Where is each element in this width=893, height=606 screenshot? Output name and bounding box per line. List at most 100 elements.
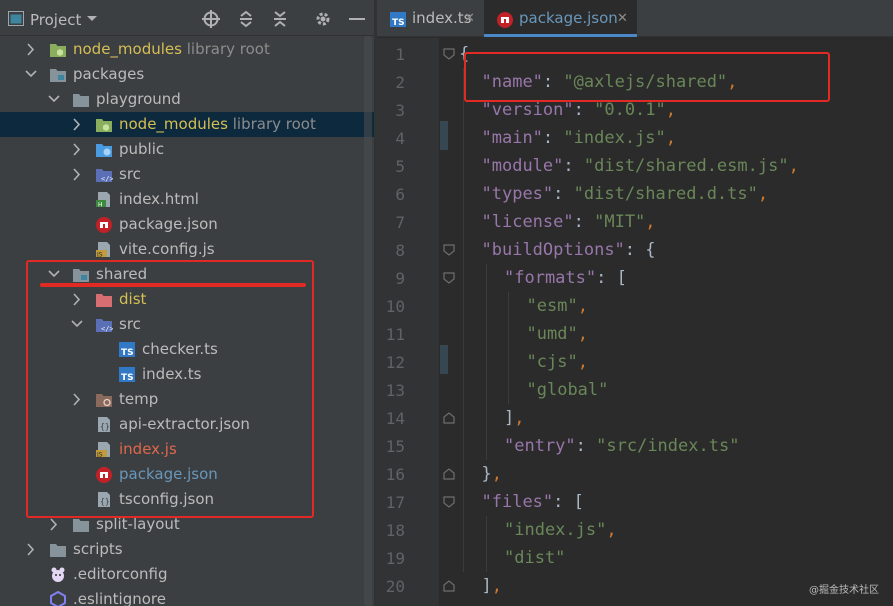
code-token: : [ <box>596 268 627 288</box>
code-token: , <box>788 156 799 176</box>
expand-all-icon[interactable] <box>237 10 255 28</box>
fold-icon[interactable] <box>443 412 455 424</box>
code-token: , <box>577 296 588 316</box>
line-number: 7 <box>395 213 405 232</box>
hide-panel-icon[interactable] <box>348 10 366 28</box>
code-token: , <box>665 100 677 120</box>
tree-item[interactable]: package.json <box>0 212 374 237</box>
tree-item[interactable]: </> src <box>0 162 374 187</box>
code-token: ] <box>504 408 515 428</box>
tab-index-ts[interactable]: TS index.ts ✕ <box>377 0 484 37</box>
tree-item[interactable]: scripts <box>0 537 374 562</box>
line-number: 2 <box>395 73 405 92</box>
code-token: } <box>481 464 492 484</box>
tree-item[interactable]: .editorconfig <box>0 562 374 587</box>
tree-item[interactable]: node_modules library root <box>0 112 374 137</box>
close-icon[interactable]: ✕ <box>617 0 628 37</box>
code-token: "main" <box>481 128 543 148</box>
code-line: "files": [ <box>482 488 584 516</box>
highlight-box-shared <box>26 260 314 518</box>
fold-icon[interactable] <box>443 244 455 256</box>
tab-package-json[interactable]: package.json ✕ <box>484 0 637 37</box>
code-line: "umd", <box>527 320 588 348</box>
code-token: : <box>553 184 574 204</box>
code-token: , <box>665 128 677 148</box>
code-token: "index.js" <box>563 128 666 148</box>
code-token: "files" <box>481 492 554 512</box>
project-view-title[interactable]: Project <box>30 0 81 41</box>
code-token: "types" <box>481 184 554 204</box>
indent-guide <box>485 516 487 572</box>
folder-icon <box>73 94 89 107</box>
code-token: "index.js" <box>504 520 607 540</box>
code-line: ], <box>504 404 525 432</box>
watermark: @掘金技术社区 <box>809 585 879 596</box>
editor-panel: TS index.ts ✕ package.json ✕ 1 2 3 4 5 6 7 8 9 10 11 12… <box>377 0 893 606</box>
collapse-all-icon[interactable] <box>271 10 289 28</box>
close-icon[interactable]: ✕ <box>464 0 475 37</box>
line-number: 9 <box>395 269 405 288</box>
tree-item-label: index.html <box>119 190 199 208</box>
tree-item[interactable]: node_modules library root <box>0 37 374 62</box>
chevron-down-icon[interactable] <box>24 62 38 87</box>
tree-item[interactable]: playground <box>0 87 374 112</box>
fold-icon[interactable] <box>443 48 455 60</box>
eslint-file-icon <box>50 591 66 606</box>
folder-module-icon <box>50 69 66 82</box>
code-token: : <box>573 212 595 232</box>
code-line: "buildOptions": { <box>482 236 656 264</box>
code-line: "main": "index.js", <box>482 124 677 152</box>
chevron-right-icon[interactable] <box>70 137 84 162</box>
code-token: : <box>563 156 584 176</box>
indent-guide <box>485 264 487 460</box>
locate-icon[interactable] <box>202 10 220 28</box>
code-line: }, <box>482 460 503 488</box>
code-token: , <box>514 408 525 428</box>
line-number: 15 <box>385 437 405 456</box>
tree-item[interactable]: .eslintignore <box>0 587 374 606</box>
tree-item[interactable]: packages <box>0 62 374 87</box>
fold-icon[interactable] <box>443 272 455 284</box>
svg-text:</>: </> <box>101 175 113 183</box>
line-number: 10 <box>385 297 405 316</box>
line-number: 5 <box>395 157 405 176</box>
chevron-down-icon[interactable] <box>47 87 61 112</box>
fold-icon[interactable] <box>443 468 455 480</box>
tree-item-label: package.json <box>119 215 218 233</box>
fold-icon[interactable] <box>443 496 455 508</box>
tree-item-label: node_modules library root <box>73 40 270 58</box>
tree-item[interactable]: Hindex.html <box>0 187 374 212</box>
code-token: : [ <box>553 492 584 512</box>
code-token: , <box>491 576 502 596</box>
folder-icon <box>73 519 89 532</box>
npm-file-icon <box>96 217 112 233</box>
code-token: "umd" <box>526 324 578 344</box>
code-token: , <box>606 520 617 540</box>
code-line: "entry": "src/index.ts" <box>504 432 739 460</box>
change-marker <box>440 345 448 374</box>
tree-item-label: vite.config.js <box>119 240 215 258</box>
line-number: 1 <box>395 45 405 64</box>
line-number: 17 <box>385 493 405 512</box>
code-line: "formats": [ <box>504 264 627 292</box>
code-token: "dist/shared.esm.js" <box>583 156 789 176</box>
tab-label: index.ts <box>412 9 472 27</box>
dropdown-icon[interactable] <box>86 15 98 23</box>
editorconfig-file-icon <box>51 567 65 582</box>
code-token: : <box>575 436 597 456</box>
editor-tabs: TS index.ts ✕ package.json ✕ <box>377 0 893 37</box>
gear-icon[interactable] <box>314 10 332 28</box>
tree-item[interactable]: JS vite.config.js <box>0 237 374 262</box>
code-token: , <box>757 184 769 204</box>
chevron-right-icon[interactable] <box>70 112 84 137</box>
line-number: 19 <box>385 549 405 568</box>
chevron-right-icon[interactable] <box>24 537 38 562</box>
line-number: 11 <box>385 325 405 344</box>
chevron-right-icon[interactable] <box>24 37 38 62</box>
fold-icon[interactable] <box>443 580 455 592</box>
code-token: : { <box>624 240 656 260</box>
project-scrollbar[interactable] <box>364 36 372 606</box>
tree-item[interactable]: public <box>0 137 374 162</box>
chevron-right-icon[interactable] <box>70 162 84 187</box>
folder-icon <box>50 544 66 557</box>
